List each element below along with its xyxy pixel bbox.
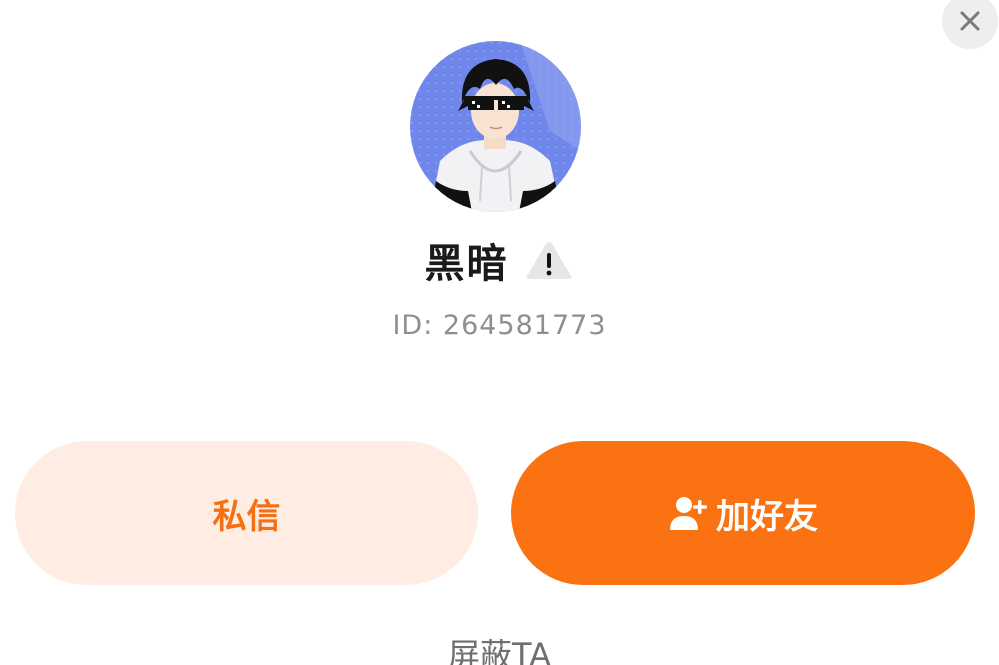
block-user-link[interactable]: 屏蔽TA [0, 630, 999, 665]
add-friend-button[interactable]: 加好友 [511, 441, 975, 585]
close-button[interactable] [942, 0, 998, 49]
warning-icon[interactable] [523, 238, 575, 282]
add-friend-label: 加好友 [716, 496, 818, 537]
close-icon [960, 11, 980, 31]
user-id: ID: 264581773 [392, 310, 607, 341]
user-plus-icon [670, 497, 707, 530]
message-button-label: 私信 [212, 496, 281, 537]
avatar-image [410, 41, 581, 212]
name-row: 黑暗 [0, 232, 999, 288]
user-name: 黑暗 [424, 241, 509, 287]
message-button[interactable]: 私信 [15, 441, 478, 585]
avatar[interactable] [410, 41, 581, 212]
